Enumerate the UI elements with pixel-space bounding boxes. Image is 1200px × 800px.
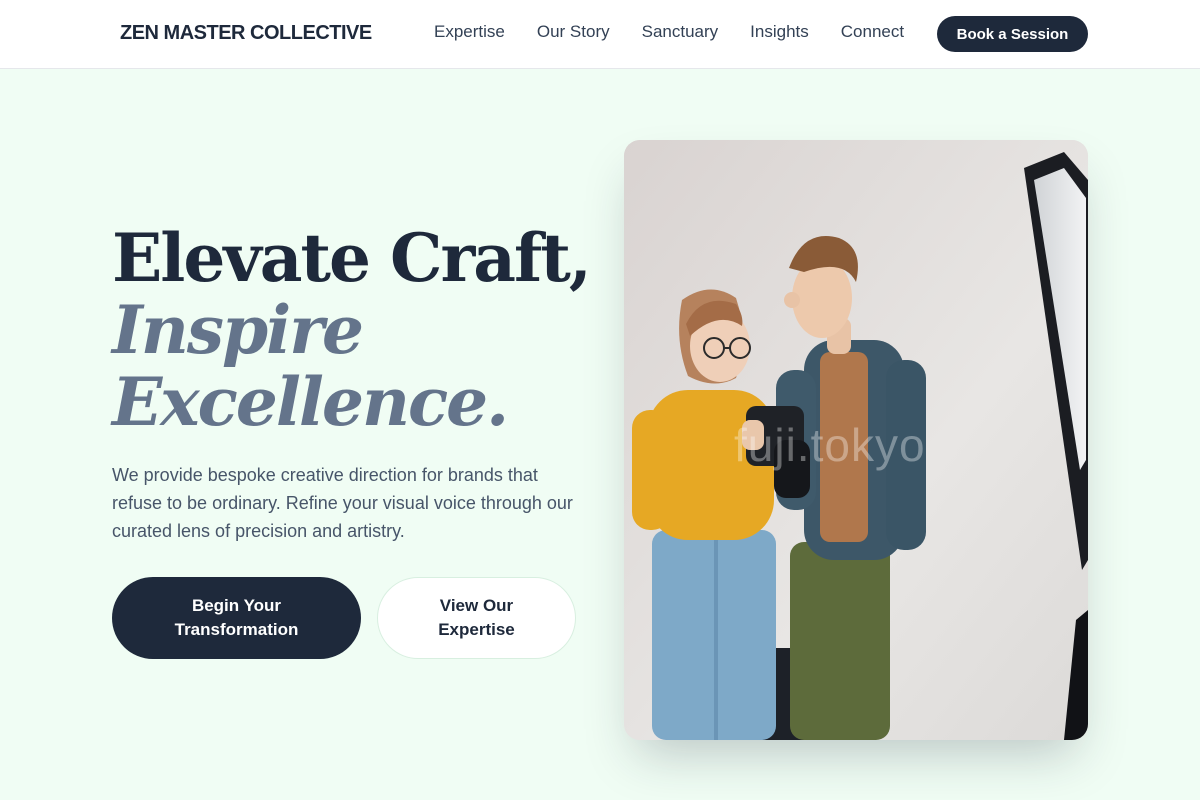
image-watermark: fuji.tokyo	[734, 419, 926, 471]
nav-link-expertise[interactable]: Expertise	[434, 22, 505, 42]
nav-link-connect[interactable]: Connect	[841, 22, 904, 42]
logo[interactable]: ZEN MASTER COLLECTIVE	[120, 22, 372, 45]
begin-transformation-button[interactable]: Begin Your Transformation	[112, 577, 361, 659]
nav-links: Expertise Our Story Sanctuary Insights C…	[434, 22, 904, 42]
headline-line-3: Excellence.	[112, 363, 509, 441]
hero-photo: fuji.tokyo	[624, 140, 1088, 740]
nav-link-sanctuary[interactable]: Sanctuary	[642, 22, 719, 42]
view-expertise-button[interactable]: View Our Expertise	[377, 577, 576, 659]
navbar: ZEN MASTER COLLECTIVE Expertise Our Stor…	[0, 0, 1200, 69]
book-session-button[interactable]: Book a Session	[937, 16, 1088, 52]
hero-headline: Elevate Craft, Inspire Excellence.	[112, 222, 612, 438]
hero-description: We provide bespoke creative direction fo…	[112, 465, 573, 541]
headline-line-1: Elevate Craft,	[112, 219, 592, 297]
nav-link-our-story[interactable]: Our Story	[537, 22, 610, 42]
headline-line-2: Inspire	[112, 291, 364, 369]
nav-link-insights[interactable]: Insights	[750, 22, 809, 42]
